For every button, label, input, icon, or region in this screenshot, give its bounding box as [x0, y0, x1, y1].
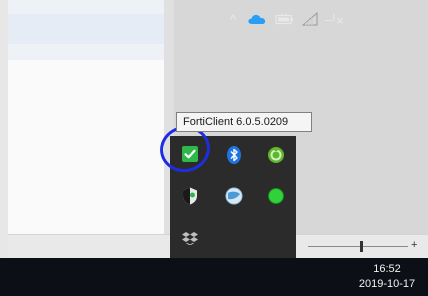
network-globe-tray-icon[interactable] — [222, 184, 246, 208]
bluetooth-icon — [227, 146, 241, 164]
wifi-signal-icon — [302, 12, 318, 26]
forticlient-tooltip: FortiClient 6.0.5.0209 — [176, 112, 312, 132]
taskbar-clock[interactable]: 16:52 2019-10-17 — [350, 261, 424, 295]
security-shield-icon — [183, 187, 197, 205]
green-status-icon — [268, 188, 284, 204]
forticlient-tray-icon[interactable] — [178, 142, 202, 166]
battery-plug-icon — [275, 13, 293, 25]
network-globe-icon — [225, 187, 243, 205]
background-window-edge — [0, 0, 8, 258]
background-window-content — [8, 0, 164, 258]
green-sync-tray-icon[interactable] — [264, 143, 288, 167]
green-status-tray-icon[interactable] — [264, 184, 288, 208]
zoom-in-button[interactable]: + — [411, 238, 417, 252]
clock-date: 2019-10-17 — [358, 278, 416, 290]
background-selected-item — [8, 14, 164, 44]
bluetooth-tray-icon[interactable] — [222, 143, 246, 167]
zoom-slider[interactable]: + — [308, 238, 418, 253]
network-tray-button[interactable] — [300, 10, 320, 28]
security-shield-tray-icon[interactable] — [178, 184, 202, 208]
volume-muted-button[interactable]: ᅴ× — [322, 10, 346, 28]
onedrive-tray-button[interactable] — [246, 10, 268, 28]
green-sync-icon — [268, 147, 284, 163]
show-hidden-icons-button[interactable]: ^ — [226, 10, 240, 28]
background-nav-strip — [8, 0, 164, 60]
clock-time: 16:52 — [373, 263, 401, 275]
dropbox-icon — [182, 232, 198, 245]
zoom-slider-track — [308, 246, 408, 247]
forticlient-shield-check-icon — [182, 146, 198, 162]
onedrive-cloud-icon — [248, 14, 266, 24]
power-tray-button[interactable] — [274, 10, 296, 28]
zoom-slider-thumb[interactable] — [360, 241, 363, 252]
dropbox-tray-icon[interactable] — [178, 226, 202, 250]
